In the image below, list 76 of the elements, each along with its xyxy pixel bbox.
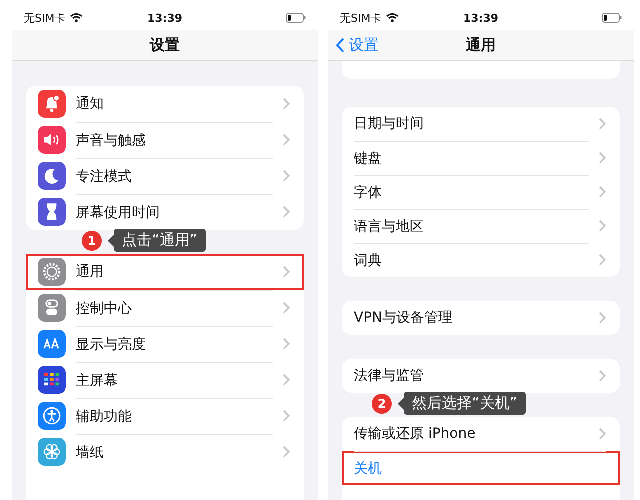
row-label: 通知 [76,95,105,114]
settings-row[interactable]: 日期与时间 [342,107,620,141]
row-label: 控制中心 [76,290,273,326]
chevron-icon [599,254,606,266]
settings-icon [38,294,66,322]
chevron-icon [283,374,290,386]
row-label: 字体 [354,175,589,209]
settings-row[interactable]: 通知 [26,86,304,122]
settings-row[interactable]: 显示与亮度 [26,326,304,362]
nav-title: 通用 [466,36,496,54]
row-label: 专注模式 [76,158,273,194]
row-label: 墙纸 [76,434,273,470]
settings-icon [38,438,66,466]
pointer-icon [108,234,114,246]
settings-row[interactable]: 传输或还原 iPhone [342,417,620,451]
settings-icon [38,366,66,394]
settings-icon [38,330,66,358]
clock-time: 13:39 [146,12,184,24]
chevron-icon [283,410,290,422]
row-label: 声音与触感 [76,122,273,158]
settings-icon [38,162,66,190]
settings-row[interactable]: 主屏幕 [26,362,304,398]
settings-row[interactable]: 语言与地区 [342,209,620,243]
chevron-icon [283,98,290,110]
clock-time: 13:39 [462,12,500,24]
settings-icon [38,258,66,286]
settings-icon [38,90,66,118]
settings-row[interactable]: 墙纸 [26,434,304,470]
chevron-icon [283,170,290,182]
settings-icon [38,198,66,226]
settings-icon [38,126,66,154]
row-label: 通用 [76,263,105,282]
row-label: VPN与设备管理 [354,309,454,328]
chevron-icon [599,186,606,198]
chevron-icon [599,428,606,440]
settings-row[interactable]: 字体 [342,175,620,209]
row-label: 辅助功能 [76,398,273,434]
settings-row[interactable]: 控制中心 [26,290,304,326]
chevron-icon [283,338,290,350]
row-label: 词典 [354,243,589,277]
chevron-icon [283,134,290,146]
wifi-icon [386,13,399,23]
chevron-icon [599,370,606,382]
settings-row[interactable]: 专注模式 [26,158,304,194]
settings-row[interactable]: VPN与设备管理 [342,301,620,335]
chevron-icon [283,446,290,458]
carrier-label: 无SIM卡 [24,10,66,26]
carrier-label: 无SIM卡 [340,10,382,26]
settings-row[interactable]: 通用 [26,254,304,290]
wifi-icon [70,13,83,23]
battery-icon [602,13,622,23]
chevron-icon [283,302,290,314]
chevron-icon [283,206,290,218]
chevron-icon [599,152,606,164]
settings-row[interactable]: 词典 [342,243,620,277]
settings-row[interactable]: 辅助功能 [26,398,304,434]
row-label: 键盘 [354,141,589,175]
chevron-icon [599,312,606,324]
row-label: 日期与时间 [354,115,425,134]
nav-title: 设置 [150,36,180,54]
settings-row[interactable]: 键盘 [342,141,620,175]
settings-row[interactable]: 声音与触感 [26,122,304,158]
chevron-icon [283,266,290,278]
back-button[interactable]: 设置 [336,36,379,54]
chevron-icon [599,220,606,232]
settings-icon [38,402,66,430]
back-icon [336,38,345,52]
chevron-icon [599,118,606,130]
row-label: 语言与地区 [354,209,589,243]
row-label: 显示与亮度 [76,326,273,362]
row-label: 传输或还原 iPhone [354,425,477,444]
row-label: 法律与监管 [354,367,425,386]
battery-icon [286,13,306,23]
settings-row[interactable]: 法律与监管 [342,359,620,393]
pointer-icon [398,398,404,410]
row-label: 主屏幕 [76,362,273,398]
